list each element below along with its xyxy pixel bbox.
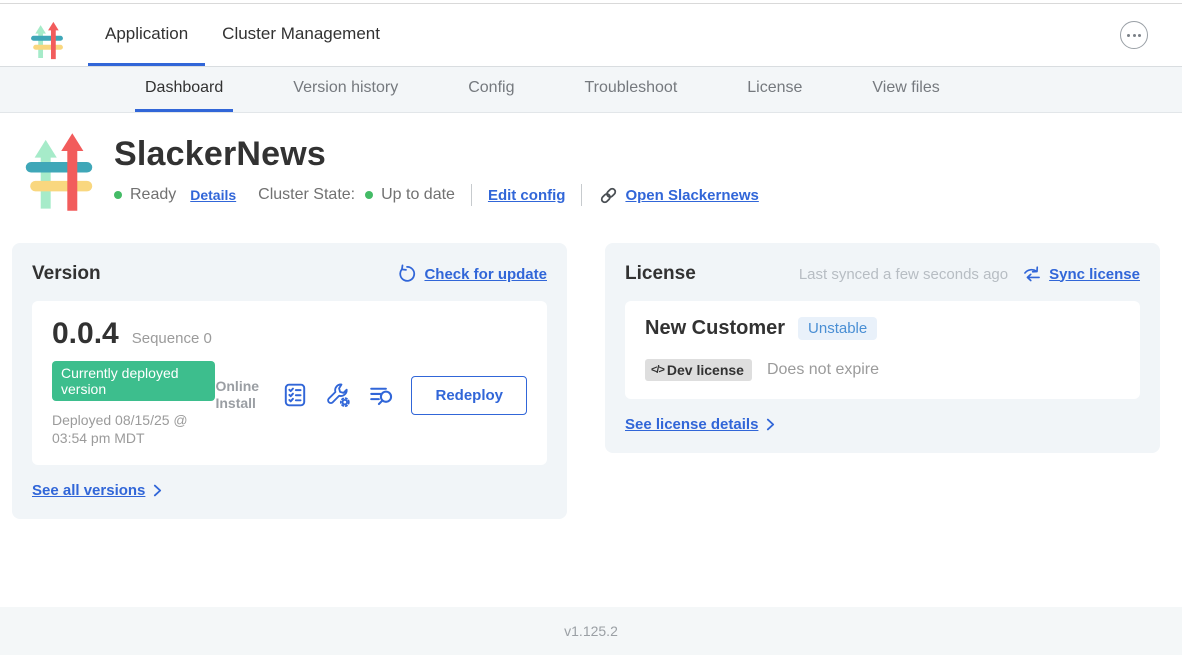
redeploy-button[interactable]: Redeploy <box>411 376 527 415</box>
cluster-status-dot <box>365 191 373 199</box>
edit-config-wrench-icon[interactable] <box>325 382 351 408</box>
see-license-details-link[interactable]: See license details <box>625 416 758 433</box>
edit-config-link[interactable]: Edit config <box>488 187 566 204</box>
app-subnav: Dashboard Version history Config Trouble… <box>0 66 1182 113</box>
license-card: License Last synced a few seconds ago Sy… <box>605 243 1160 453</box>
app-status-text: Ready <box>130 186 176 204</box>
open-app-link[interactable]: Open Slackernews <box>625 187 758 204</box>
ellipsis-icon <box>1127 34 1130 37</box>
page-title: SlackerNews <box>114 135 759 174</box>
customer-name: New Customer <box>645 317 785 340</box>
primary-header: Application Cluster Management <box>0 4 1182 66</box>
app-logo-icon <box>22 131 96 213</box>
chevron-right-icon <box>766 418 775 431</box>
divider <box>471 184 472 206</box>
code-icon: </> <box>651 364 664 376</box>
channel-badge: Unstable <box>798 317 877 340</box>
install-type-label: Online Install <box>215 378 265 413</box>
details-link[interactable]: Details <box>190 187 236 203</box>
cluster-state-label: Cluster State: <box>258 186 355 204</box>
last-synced-text: Last synced a few seconds ago <box>799 266 1008 283</box>
version-card-title: Version <box>32 263 101 285</box>
subnav-dashboard[interactable]: Dashboard <box>135 67 233 112</box>
sequence-label: Sequence 0 <box>132 330 212 347</box>
deployed-timestamp: Deployed 08/15/25 @ 03:54 pm MDT <box>52 411 215 447</box>
version-card: Version Check for update 0.0.4 <box>12 243 567 519</box>
main-content: SlackerNews Ready Details Cluster State:… <box>0 113 1182 607</box>
console-version: v1.125.2 <box>564 623 618 639</box>
tab-cluster-management[interactable]: Cluster Management <box>205 4 397 66</box>
divider <box>581 184 582 206</box>
admin-console-page: Application Cluster Management Dashboard… <box>0 0 1182 655</box>
license-type-badge: </> Dev license <box>645 359 752 381</box>
dashboard-cards: Version Check for update 0.0.4 <box>12 243 1160 519</box>
view-logs-icon[interactable] <box>368 382 394 408</box>
check-for-update-link[interactable]: Check for update <box>424 266 547 283</box>
app-heading: SlackerNews Ready Details Cluster State:… <box>0 113 1182 213</box>
sync-license-icon <box>1022 265 1042 284</box>
subnav-license[interactable]: License <box>737 67 812 112</box>
deployed-badge: Currently deployed version <box>52 361 215 401</box>
check-update-refresh-icon <box>397 264 417 284</box>
preflight-checks-icon[interactable] <box>282 382 308 408</box>
primary-tabs: Application Cluster Management <box>88 4 397 66</box>
tab-application[interactable]: Application <box>88 4 205 66</box>
console-footer: v1.125.2 <box>0 607 1182 655</box>
chevron-right-icon <box>153 484 162 497</box>
subnav-version-history[interactable]: Version history <box>283 67 408 112</box>
link-chain-icon <box>598 185 619 206</box>
license-type-text: Dev license <box>667 362 744 378</box>
current-version-panel: 0.0.4 Sequence 0 Currently deployed vers… <box>32 301 547 465</box>
see-all-versions-link[interactable]: See all versions <box>32 482 145 499</box>
cluster-state-text: Up to date <box>381 186 455 204</box>
expiry-text: Does not expire <box>767 361 879 379</box>
subnav-troubleshoot[interactable]: Troubleshoot <box>574 67 687 112</box>
version-number: 0.0.4 <box>52 317 119 351</box>
status-row: Ready Details Cluster State: Up to date … <box>114 184 759 206</box>
subnav-view-files[interactable]: View files <box>862 67 949 112</box>
app-status-dot <box>114 191 122 199</box>
overflow-menu-button[interactable] <box>1120 21 1148 49</box>
brand-logo-icon <box>30 15 64 66</box>
license-card-title: License <box>625 263 696 285</box>
sync-license-link[interactable]: Sync license <box>1049 266 1140 283</box>
license-panel: New Customer Unstable </> Dev license Do… <box>625 301 1140 399</box>
subnav-config[interactable]: Config <box>458 67 524 112</box>
